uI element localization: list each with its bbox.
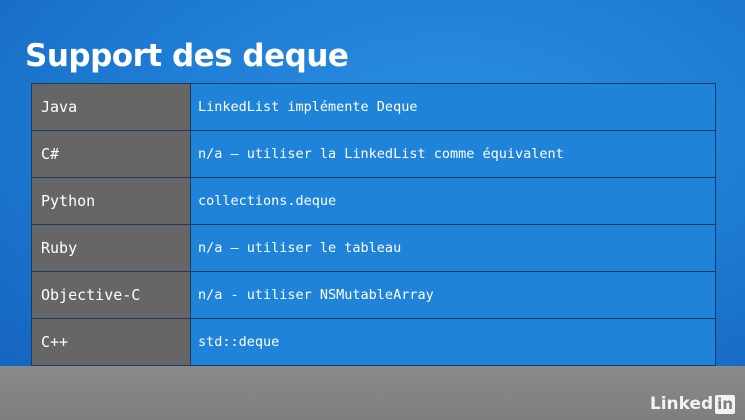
language-cell: Objective-C <box>31 271 191 319</box>
language-cell: C++ <box>31 318 191 366</box>
language-cell: Python <box>31 177 191 225</box>
support-cell: n/a – utiliser la LinkedList comme équiv… <box>190 130 716 178</box>
support-cell: LinkedList implémente Deque <box>190 83 716 131</box>
support-cell: std::deque <box>190 318 716 366</box>
language-cell: C# <box>31 130 191 178</box>
logo-in-box: in <box>715 394 735 414</box>
slide-background: Support des deque Java LinkedList implém… <box>0 0 745 366</box>
table-row: C# n/a – utiliser la LinkedList comme éq… <box>31 130 716 178</box>
logo-text: Linked <box>649 394 714 414</box>
linkedin-logo: Linked in <box>650 394 735 414</box>
table-row: C++ std::deque <box>31 318 716 366</box>
support-cell: n/a - utiliser NSMutableArray <box>190 271 716 319</box>
support-cell: collections.deque <box>190 177 716 225</box>
language-cell: Ruby <box>31 224 191 272</box>
language-cell: Java <box>31 83 191 131</box>
slide-title: Support des deque <box>25 38 349 74</box>
footer-bar: Linked in <box>0 366 745 420</box>
table-row: Objective-C n/a - utiliser NSMutableArra… <box>31 271 716 319</box>
table-row: Java LinkedList implémente Deque <box>31 83 716 131</box>
support-cell: n/a – utiliser le tableau <box>190 224 716 272</box>
table-row: Python collections.deque <box>31 177 716 225</box>
table-row: Ruby n/a – utiliser le tableau <box>31 224 716 272</box>
language-support-table: Java LinkedList implémente Deque C# n/a … <box>31 83 716 366</box>
